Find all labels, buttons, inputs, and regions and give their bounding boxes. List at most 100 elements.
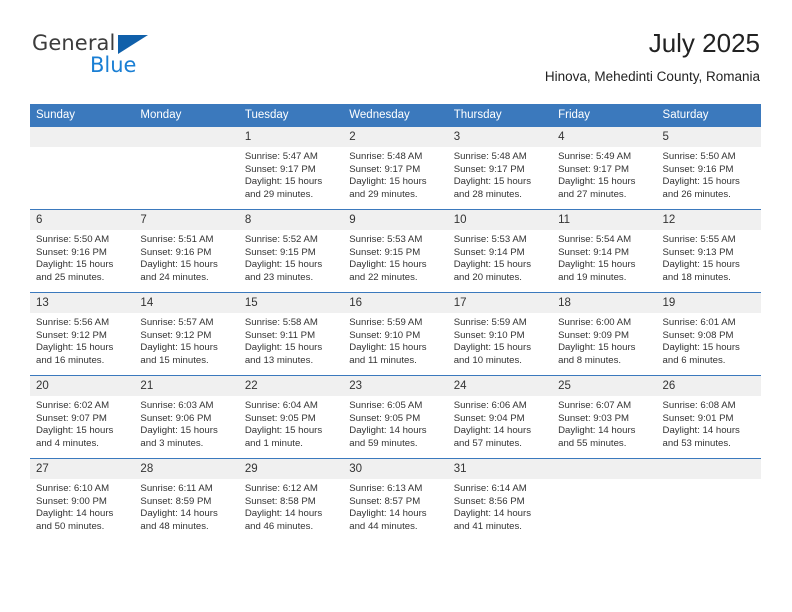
day-detail-line: Sunrise: 6:04 AM (244, 400, 318, 411)
day-detail-line: and 6 minutes. (662, 354, 726, 366)
day-details: Sunrise: 6:03 AM Sunset: 9:06 PM Daylight:… (134, 396, 238, 450)
day-number: 13 (30, 293, 135, 313)
calendar-day-cell[interactable]: 27 Sunrise: 6:10 AM Sunset: 9:00 PM Dayligh… (30, 458, 135, 541)
day-number: 25 (552, 376, 657, 396)
calendar-day-cell[interactable]: 4 Sunrise: 5:49 AM Sunset: 9:17 PM Daylight… (552, 127, 657, 210)
day-detail-line: Daylight: 15 hours (244, 425, 323, 437)
calendar-day-cell[interactable]: 3 Sunrise: 5:48 AM Sunset: 9:17 PM Daylight… (447, 127, 553, 210)
day-details: Sunrise: 5:50 AM Sunset: 9:16 PM Daylight:… (657, 147, 761, 201)
calendar-day-cell[interactable]: 31 Sunrise: 6:14 AM Sunset: 8:56 PM Dayligh… (447, 458, 553, 541)
day-detail-line: Sunrise: 6:06 AM (453, 400, 527, 411)
day-details: Sunrise: 5:49 AM Sunset: 9:17 PM Daylight:… (552, 147, 656, 201)
day-detail-line: and 46 minutes. (244, 520, 314, 532)
day-detail-line: Daylight: 15 hours (453, 342, 532, 354)
calendar-day-cell[interactable]: 7 Sunrise: 5:51 AM Sunset: 9:16 PM Daylight… (134, 209, 239, 293)
day-detail-line: Sunrise: 5:58 AM (244, 317, 318, 328)
day-detail-line: and 20 minutes. (453, 271, 522, 283)
calendar-day-cell[interactable]: 21 Sunrise: 6:03 AM Sunset: 9:06 PM Dayligh… (134, 375, 239, 459)
day-detail-line: and 10 minutes. (453, 354, 522, 366)
day-detail-line: and 1 minute. (244, 437, 303, 449)
day-detail-line: Daylight: 15 hours (453, 259, 532, 271)
day-detail-line: Sunrise: 5:50 AM (662, 151, 736, 162)
day-detail-line: Sunset: 8:56 PM (453, 495, 525, 507)
day-detail-line: Sunrise: 5:52 AM (244, 234, 318, 245)
day-detail-line: and 15 minutes. (140, 354, 209, 366)
calendar-day-cell[interactable]: 11 Sunrise: 5:54 AM Sunset: 9:14 PM Dayligh… (552, 209, 657, 293)
calendar-day-cell[interactable]: 22 Sunrise: 6:04 AM Sunset: 9:05 PM Dayligh… (238, 375, 344, 459)
calendar-day-cell[interactable]: 9 Sunrise: 5:53 AM Sunset: 9:15 PM Daylight… (343, 209, 448, 293)
calendar-day-cell[interactable]: 25 Sunrise: 6:07 AM Sunset: 9:03 PM Dayligh… (552, 375, 657, 459)
calendar-day-cell[interactable]: 1 Sunrise: 5:47 AM Sunset: 9:17 PM Daylight… (238, 127, 344, 210)
logo-text-blue: Blue (90, 53, 137, 77)
day-detail-line: Daylight: 15 hours (36, 425, 114, 437)
day-detail-line: and 3 minutes. (140, 437, 204, 449)
day-detail-line: Sunset: 9:06 PM (140, 412, 212, 424)
day-detail-line: Sunrise: 6:11 AM (140, 483, 213, 494)
weekday-header-friday: Friday (552, 104, 657, 127)
day-detail-line: Daylight: 15 hours (140, 259, 218, 271)
day-detail-line: and 28 minutes. (453, 188, 522, 200)
day-number: 10 (447, 210, 553, 230)
day-detail-line: and 23 minutes. (244, 271, 314, 283)
day-detail-line: Sunset: 9:05 PM (244, 412, 316, 424)
calendar-day-cell[interactable]: 26 Sunrise: 6:08 AM Sunset: 9:01 PM Dayligh… (656, 375, 761, 459)
day-number: 14 (134, 293, 239, 313)
calendar-day-cell[interactable]: 6 Sunrise: 5:50 AM Sunset: 9:16 PM Daylight… (30, 209, 135, 293)
day-detail-line: and 25 minutes. (36, 271, 105, 283)
logo-triangle-icon (118, 35, 148, 54)
day-detail-line: Sunset: 9:16 PM (36, 246, 107, 258)
day-detail-line: Sunrise: 5:59 AM (453, 317, 527, 328)
day-detail-line: Daylight: 15 hours (244, 176, 323, 188)
day-detail-line: Sunset: 9:12 PM (36, 329, 107, 341)
calendar-day-cell[interactable]: 16 Sunrise: 5:59 AM Sunset: 9:10 PM Dayligh… (343, 292, 448, 376)
calendar-day-cell[interactable]: 13 Sunrise: 5:56 AM Sunset: 9:12 PM Dayligh… (30, 292, 135, 376)
calendar-day-cell[interactable]: 14 Sunrise: 5:57 AM Sunset: 9:12 PM Dayligh… (134, 292, 239, 376)
day-details: Sunrise: 6:05 AM Sunset: 9:05 PM Daylight:… (343, 396, 447, 450)
general-blue-logo: General Blue (30, 31, 170, 81)
day-details: Sunrise: 5:53 AM Sunset: 9:15 PM Daylight:… (343, 230, 447, 284)
day-details: Sunrise: 5:58 AM Sunset: 9:11 PM Daylight:… (239, 313, 343, 367)
calendar-day-cell[interactable]: 10 Sunrise: 5:53 AM Sunset: 9:14 PM Dayligh… (447, 209, 553, 293)
calendar-day-cell[interactable]: 18 Sunrise: 6:00 AM Sunset: 9:09 PM Dayligh… (552, 292, 657, 376)
day-detail-line: Sunset: 8:59 PM (140, 495, 212, 507)
day-details: Sunrise: 5:54 AM Sunset: 9:14 PM Daylight:… (552, 230, 656, 284)
calendar-day-cell[interactable]: 20 Sunrise: 6:02 AM Sunset: 9:07 PM Dayligh… (30, 375, 135, 459)
day-number: 3 (447, 127, 553, 147)
day-detail-line: Sunset: 9:11 PM (244, 329, 316, 341)
day-detail-line: Daylight: 15 hours (453, 176, 532, 188)
day-detail-line: Sunset: 9:12 PM (140, 329, 212, 341)
day-detail-line: Sunset: 9:17 PM (244, 163, 316, 175)
day-detail-line: and 57 minutes. (453, 437, 522, 449)
day-details: Sunrise: 5:57 AM Sunset: 9:12 PM Daylight:… (134, 313, 238, 367)
calendar-day-cell[interactable]: 19 Sunrise: 6:01 AM Sunset: 9:08 PM Dayligh… (656, 292, 761, 376)
day-detail-line: Daylight: 15 hours (558, 342, 636, 354)
calendar-day-cell[interactable]: 29 Sunrise: 6:12 AM Sunset: 8:58 PM Dayligh… (238, 458, 344, 541)
calendar-day-cell[interactable]: 17 Sunrise: 5:59 AM Sunset: 9:10 PM Dayligh… (447, 292, 553, 376)
weekday-header-saturday: Saturday (656, 104, 761, 127)
day-detail-line: Sunset: 9:10 PM (453, 329, 525, 341)
calendar-week-row: 6 Sunrise: 5:50 AM Sunset: 9:16 PM Daylight… (30, 209, 761, 293)
day-detail-line: Sunrise: 5:48 AM (349, 151, 423, 162)
calendar-day-cell[interactable]: 5 Sunrise: 5:50 AM Sunset: 9:16 PM Daylight… (656, 127, 761, 210)
day-detail-line: Daylight: 15 hours (36, 342, 114, 354)
calendar-day-cell[interactable]: 8 Sunrise: 5:52 AM Sunset: 9:15 PM Daylight… (238, 209, 344, 293)
calendar-day-cell[interactable]: 2 Sunrise: 5:48 AM Sunset: 9:17 PM Daylight… (343, 127, 448, 210)
day-detail-line: and 16 minutes. (36, 354, 105, 366)
day-number: 30 (343, 459, 448, 479)
day-number: 17 (447, 293, 553, 313)
day-number: 23 (343, 376, 448, 396)
calendar-day-cell[interactable]: 23 Sunrise: 6:05 AM Sunset: 9:05 PM Dayligh… (343, 375, 448, 459)
calendar-day-cell[interactable]: 15 Sunrise: 5:58 AM Sunset: 9:11 PM Dayligh… (238, 292, 344, 376)
day-detail-line: Sunrise: 6:14 AM (453, 483, 527, 494)
day-detail-line: Sunset: 8:57 PM (349, 495, 421, 507)
day-detail-line: Daylight: 14 hours (453, 508, 532, 520)
calendar-day-cell[interactable]: 28 Sunrise: 6:11 AM Sunset: 8:59 PM Dayligh… (134, 458, 239, 541)
day-detail-line: Sunrise: 6:13 AM (349, 483, 423, 494)
day-detail-line: Sunset: 9:00 PM (36, 495, 107, 507)
calendar-day-cell[interactable]: 30 Sunrise: 6:13 AM Sunset: 8:57 PM Dayligh… (343, 458, 448, 541)
day-detail-line: Sunrise: 6:02 AM (36, 400, 110, 411)
calendar-day-cell[interactable]: 12 Sunrise: 5:55 AM Sunset: 9:13 PM Dayligh… (656, 209, 761, 293)
day-details: Sunrise: 5:59 AM Sunset: 9:10 PM Daylight:… (448, 313, 552, 367)
day-detail-line: Daylight: 15 hours (662, 176, 740, 188)
calendar-day-cell[interactable]: 24 Sunrise: 6:06 AM Sunset: 9:04 PM Dayligh… (447, 375, 553, 459)
